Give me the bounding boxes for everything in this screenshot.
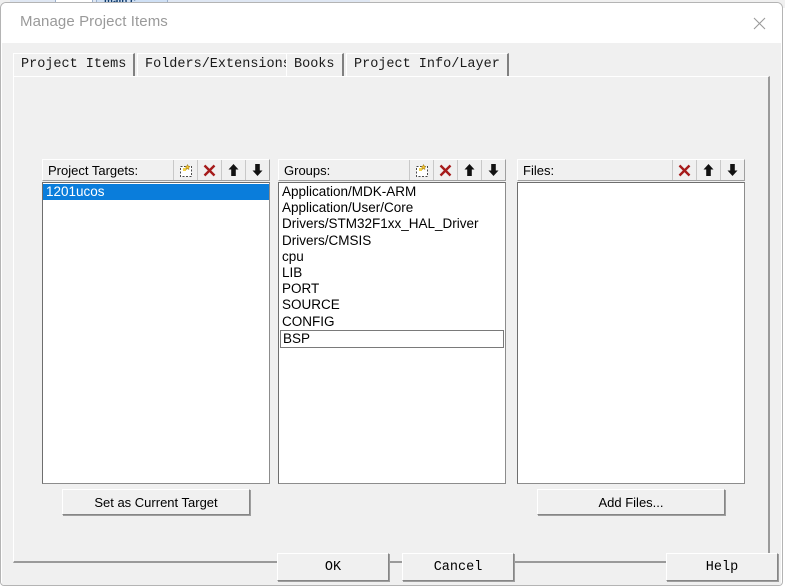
project-targets-listbox[interactable]: 1201ucos	[42, 182, 270, 484]
groups-label: Groups:	[284, 162, 331, 178]
move-up-icon[interactable]	[221, 160, 245, 180]
project-targets-label: Project Targets:	[48, 162, 139, 178]
manage-project-items-dialog: Manage Project Items Project Items Folde…	[0, 2, 783, 586]
list-item[interactable]: Drivers/STM32F1xx_HAL_Driver	[279, 216, 505, 232]
list-item[interactable]: cpu	[279, 249, 505, 265]
list-item[interactable]: LIB	[279, 265, 505, 281]
files-label: Files:	[523, 162, 555, 178]
new-item-icon[interactable]	[173, 160, 197, 180]
ok-button[interactable]: OK	[277, 553, 389, 581]
group-rename-input[interactable]: BSP	[280, 329, 504, 348]
add-files-button[interactable]: Add Files...	[537, 489, 725, 515]
files-header: Files:	[517, 159, 745, 181]
list-item[interactable]: SOURCE	[279, 297, 505, 313]
move-up-icon[interactable]	[696, 160, 720, 180]
tab-page-project-items: Project Targets: 1201ucos Groups: Applic…	[13, 76, 770, 563]
move-up-icon[interactable]	[457, 160, 481, 180]
tab-books[interactable]: Books	[286, 53, 344, 77]
list-item[interactable]: Application/User/Core	[279, 200, 505, 216]
move-down-icon[interactable]	[481, 160, 505, 180]
move-down-icon[interactable]	[245, 160, 269, 180]
groups-listbox[interactable]: Application/MDK-ARM Application/User/Cor…	[278, 182, 506, 484]
help-button[interactable]: Help	[666, 553, 778, 581]
dialog-title: Manage Project Items	[20, 13, 168, 30]
cancel-button[interactable]: Cancel	[402, 553, 514, 581]
list-item[interactable]: Drivers/CMSIS	[279, 233, 505, 249]
dialog-titlebar: Manage Project Items	[1, 3, 782, 43]
delete-icon[interactable]	[433, 160, 457, 180]
list-item[interactable]: PORT	[279, 281, 505, 297]
list-item[interactable]: 1201ucos	[43, 184, 269, 201]
project-targets-header: Project Targets:	[42, 159, 270, 181]
close-icon[interactable]	[736, 3, 782, 43]
delete-icon[interactable]	[672, 160, 696, 180]
list-item[interactable]: CONFIG	[279, 314, 505, 330]
dialog-client-area: Project Items Folders/Extensions Books P…	[2, 43, 781, 585]
delete-icon[interactable]	[197, 160, 221, 180]
groups-header: Groups:	[278, 159, 506, 181]
list-item[interactable]: Application/MDK-ARM	[279, 184, 505, 200]
tab-project-info-layer[interactable]: Project Info/Layer	[346, 53, 509, 77]
set-as-current-target-button[interactable]: Set as Current Target	[62, 489, 250, 515]
tab-project-items[interactable]: Project Items	[13, 53, 136, 77]
new-item-icon[interactable]	[409, 160, 433, 180]
files-listbox[interactable]	[517, 182, 745, 484]
tab-folders-extensions[interactable]: Folders/Extensions	[137, 53, 300, 77]
move-down-icon[interactable]	[720, 160, 744, 180]
